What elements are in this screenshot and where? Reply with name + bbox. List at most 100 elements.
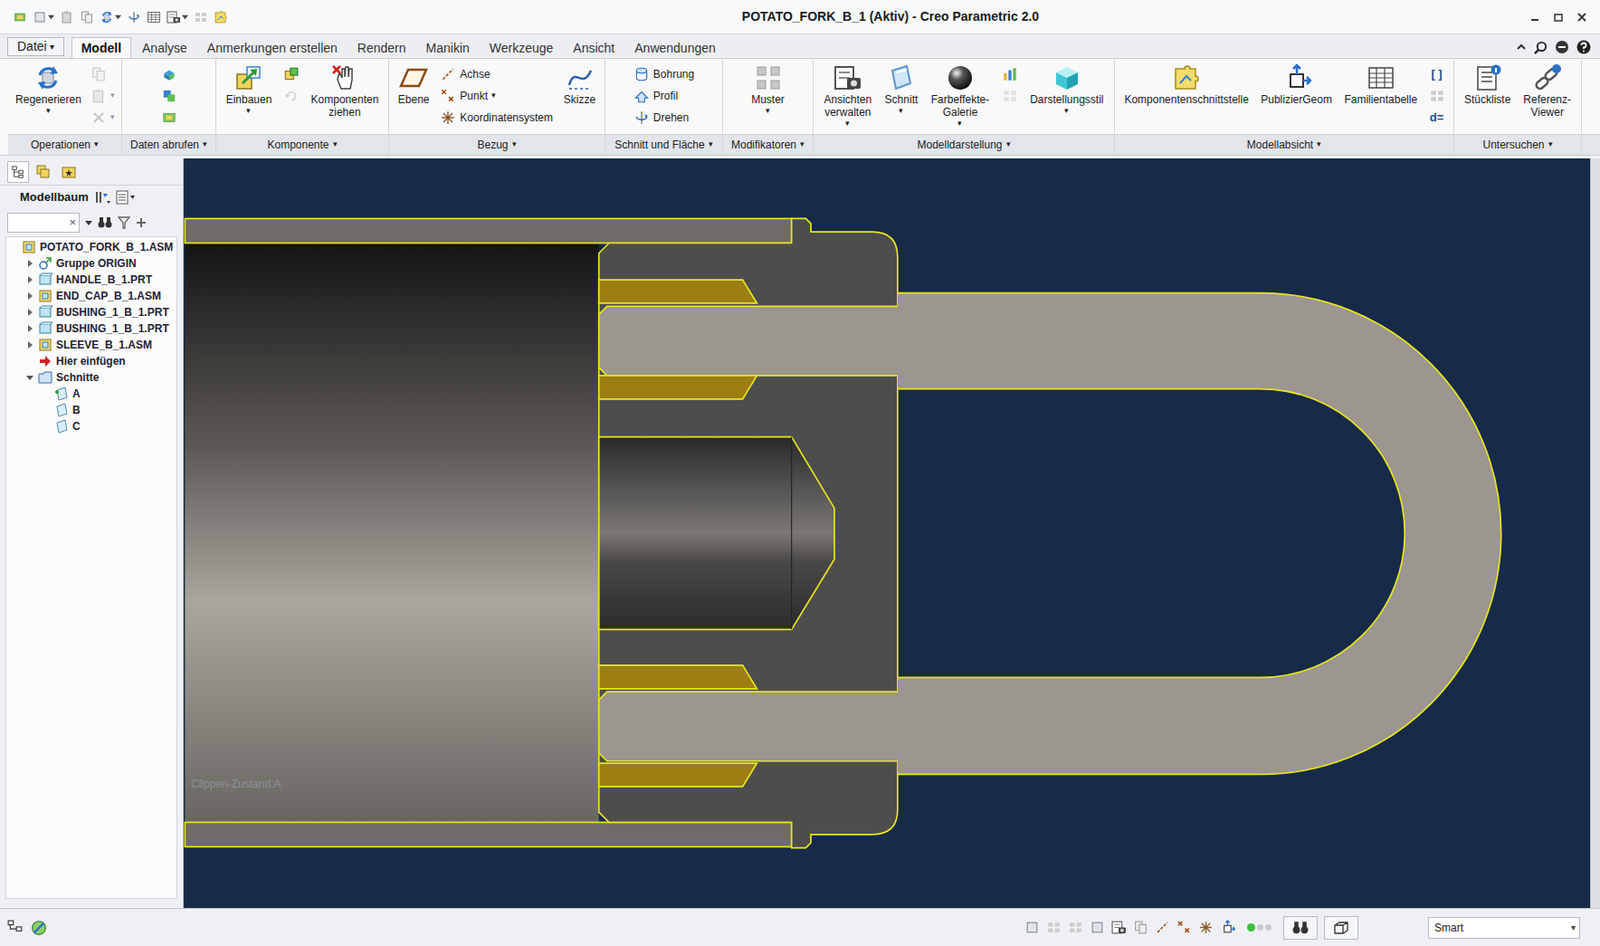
view-tool-button[interactable] [1154,919,1171,935]
community-icon[interactable] [1554,39,1570,55]
ribbon-small-button[interactable] [1000,63,1020,85]
ribbon-button[interactable]: Komponentenschnittstelle [1121,60,1251,106]
quick-access-button[interactable] [126,9,142,25]
ribbon-small-button[interactable] [281,63,302,85]
ribbon-button[interactable]: PublizierGeom [1257,60,1335,106]
graphics-viewport[interactable]: Clippen-Zustand:A [183,158,1591,908]
ribbon-small-button[interactable]: [ ] [1427,63,1448,85]
expander-icon[interactable] [25,372,35,382]
tree-item[interactable]: B [6,401,177,419]
ribbon-button[interactable]: Farbeffekte-Galerie▾ [928,60,992,128]
ribbon-small-button[interactable]: Bohrung [631,63,696,85]
browser-toggle-icon[interactable] [30,919,48,936]
view-tool-button[interactable] [1198,919,1214,935]
ribbon-small-button[interactable] [159,106,180,128]
select-box-button[interactable] [1323,915,1359,940]
selection-filter[interactable]: Smart▾ [1428,916,1581,939]
ribbon-small-button[interactable] [159,63,180,85]
ribbon-group-label[interactable]: Modelldarstellung▾ [813,133,1115,155]
ribbon-button[interactable]: Familientabelle [1341,60,1420,106]
ribbon-small-button[interactable]: Koordinatensystem [438,106,555,128]
ribbon-group-label[interactable]: Komponente▾ [216,133,389,155]
ribbon-tab[interactable]: Modell [71,37,132,59]
ribbon-tab[interactable]: Anwendungen [625,38,725,58]
tree-search-field[interactable]: × [7,212,80,233]
ribbon-button[interactable]: Darstellungsstil▾ [1027,60,1106,115]
ribbon-small-button[interactable]: Drehen [631,106,696,128]
tree-settings-icon[interactable] [94,190,111,205]
ribbon-small-button[interactable]: d= [1427,106,1448,128]
ribbon-tab[interactable]: Anmerkungen erstellen [198,38,347,58]
ribbon-group-label[interactable]: Operationen▾ [8,133,122,155]
filter-icon[interactable] [117,216,131,229]
tree-item[interactable]: A [6,385,177,402]
ribbon-group-label[interactable]: Daten abrufen▾ [122,133,216,155]
ribbon-small-button[interactable]: ▾ [88,106,117,128]
tree-item[interactable]: SLEEVE_B_1.ASM [6,336,177,353]
quick-access-button[interactable] [146,9,162,25]
close-icon[interactable] [1576,11,1588,23]
ribbon-button[interactable]: Muster▾ [748,60,788,115]
tree-item[interactable]: HANDLE_B_1.PRT [6,271,177,288]
ribbon-small-button[interactable] [88,63,117,85]
help-icon[interactable] [1576,39,1591,55]
binoculars-icon[interactable] [97,216,113,229]
ribbon-tab[interactable]: Werkzeuge [480,38,563,58]
search-icon[interactable] [1533,40,1548,55]
ribbon-small-button[interactable] [1427,85,1448,106]
ribbon-small-button[interactable]: ▾ [88,85,117,106]
ribbon-tab[interactable]: Rendern [348,38,416,58]
ribbon-button[interactable]: Stückliste [1461,60,1514,106]
ribbon-group-label[interactable]: Schnitt und Fläche▾ [605,133,723,155]
dropdown-icon[interactable] [85,219,93,227]
tree-item[interactable]: C [6,418,177,435]
quick-access-button[interactable] [32,9,55,25]
expander-icon[interactable] [25,291,35,301]
restore-icon[interactable] [1552,11,1564,23]
tree-item[interactable]: Gruppe ORIGIN [6,255,177,272]
tree-item[interactable]: BUSHING_1_B_1.PRT [6,320,177,337]
tree-columns-icon[interactable] [115,190,136,205]
view-tool-button[interactable] [1046,919,1062,935]
ribbon-small-button[interactable]: Punkt▾ [438,85,555,106]
quick-access-button[interactable] [193,9,209,25]
quick-access-button[interactable] [99,9,122,25]
ribbon-button[interactable]: Referenz-Viewer [1520,60,1574,119]
ribbon-group-label[interactable]: Modellabsicht▾ [1114,133,1454,155]
ribbon-small-button[interactable] [1000,85,1020,106]
ribbon-small-button[interactable]: Achse [438,63,555,85]
expander-icon[interactable] [25,323,35,334]
tree-item[interactable]: Hier einfügen [6,352,177,370]
ribbon-small-button[interactable] [281,85,302,106]
ribbon-group-label[interactable]: Untersuchen▾ [1454,133,1581,155]
ribbon-small-button[interactable]: Profil [631,85,696,106]
ribbon-small-button[interactable] [159,85,180,106]
ribbon-group-label[interactable]: Bezug▾ [389,133,605,155]
tree-item[interactable]: POTATO_FORK_B_1.ASM [6,238,177,256]
quick-access-button[interactable] [79,9,95,25]
tree-item[interactable]: Schnitte [6,369,177,386]
ribbon-button[interactable]: Ebene [395,60,433,106]
view-tool-button[interactable] [1133,919,1149,935]
ribbon-button[interactable]: Komponenten ziehen [308,60,382,119]
add-icon[interactable] [135,217,147,229]
ribbon-button[interactable]: Regenerieren▾ [12,60,85,115]
expander-icon[interactable] [25,275,35,285]
collapse-ribbon-icon[interactable] [1515,41,1527,53]
tree-item[interactable]: BUSHING_1_B_1.PRT [6,304,177,321]
view-tool-button[interactable] [1111,919,1127,935]
model-tree-tab[interactable] [7,161,29,183]
quick-access-button[interactable] [213,9,229,25]
clear-search-button[interactable]: × [68,213,77,232]
view-tool-button[interactable] [1024,919,1040,935]
expander-icon[interactable] [25,307,35,317]
quick-access-button[interactable] [59,9,75,25]
tree-item[interactable]: END_CAP_B_1.ASM [6,287,177,305]
favorites-tab[interactable] [57,161,80,183]
layers-tab[interactable] [32,161,55,183]
ribbon-group-label[interactable]: Modifikatoren▾ [723,133,813,155]
ribbon-button[interactable]: Schnitt▾ [882,60,922,115]
ribbon-tab[interactable]: Analyse [133,38,197,58]
ribbon-button[interactable]: Einbauen▾ [223,60,276,115]
find-button[interactable] [1283,915,1318,940]
